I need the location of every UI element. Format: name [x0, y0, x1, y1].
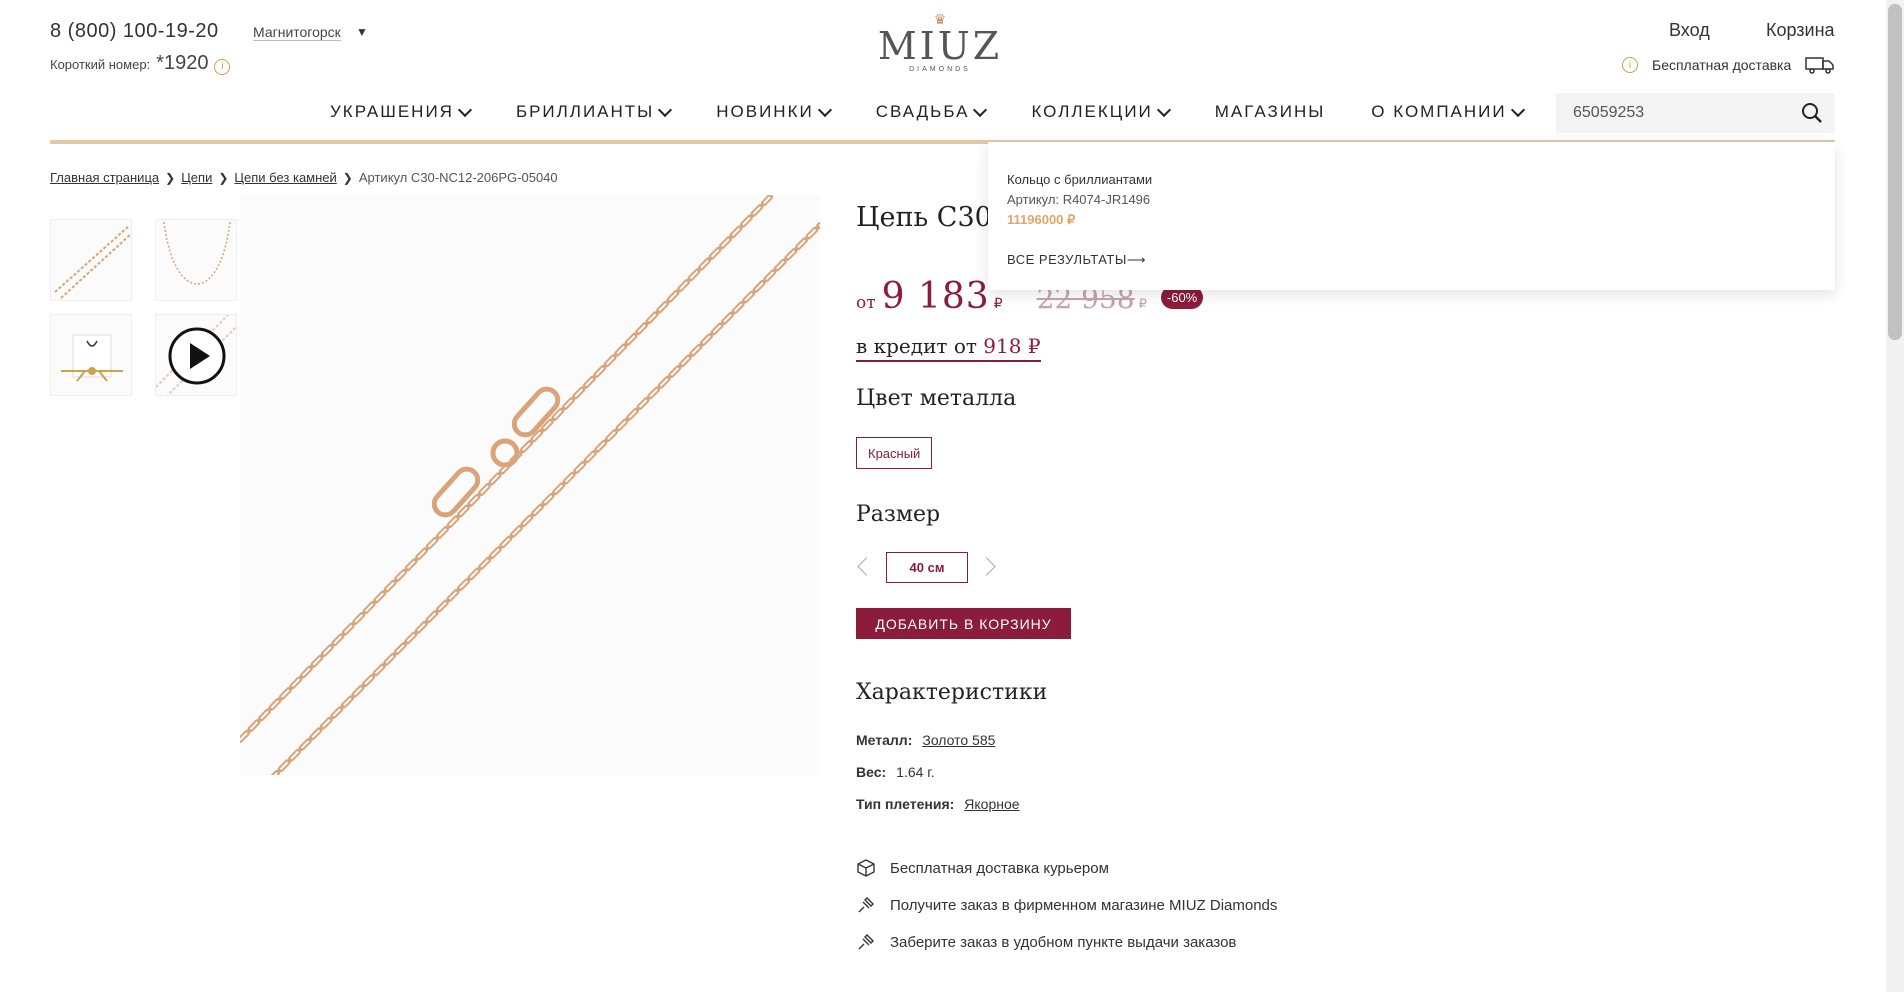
chevron-down-icon	[1510, 102, 1525, 117]
scrollbar-thumb[interactable]	[1888, 4, 1902, 340]
pin-icon	[858, 934, 874, 950]
nav-item[interactable]: БРИЛЛИАНТЫ	[515, 102, 673, 122]
pin-icon	[858, 897, 874, 913]
free-delivery[interactable]: i Бесплатная доставка	[1622, 56, 1835, 74]
search-dropdown: Кольцо с бриллиантами Артикул: R4074-JR1…	[988, 142, 1835, 290]
spec-value: 1.64 г.	[896, 764, 935, 780]
thumbnail-video[interactable]	[155, 314, 237, 396]
nav-item[interactable]: КОЛЛЕКЦИИ	[1031, 102, 1171, 122]
spec-key: Вес:	[856, 764, 887, 780]
login-link[interactable]: Вход	[1669, 20, 1710, 41]
credit-value: 918 ₽	[983, 334, 1041, 358]
search-box	[1556, 93, 1835, 133]
play-icon[interactable]	[167, 326, 227, 386]
perk-pickup-point: Заберите заказ в удобном пункте выдачи з…	[856, 932, 1236, 952]
truck-icon	[1805, 57, 1835, 74]
old-price-currency: ₽	[1138, 296, 1147, 311]
city-dropdown-arrow-icon[interactable]: ▼	[356, 25, 368, 39]
breadcrumb-plain-chains[interactable]: Цепи без камней	[234, 170, 336, 185]
spec-value-link[interactable]: Якорное	[964, 796, 1019, 812]
credit-link[interactable]: в кредит от 918 ₽	[856, 334, 1041, 362]
short-number-value: *1920	[156, 52, 209, 74]
specs-heading: Характеристики	[856, 680, 1048, 705]
search-result-name[interactable]: Кольцо с бриллиантами	[1007, 172, 1152, 187]
thumbnail-3[interactable]	[50, 314, 132, 396]
chevron-right-icon: ❯	[165, 170, 176, 185]
perk-courier: Бесплатная доставка курьером	[856, 858, 1109, 878]
size-prev-icon[interactable]	[857, 557, 876, 576]
breadcrumb: Главная страница ❯ Цепи ❯ Цепи без камне…	[50, 170, 558, 185]
credit-label: в кредит от	[856, 334, 977, 358]
short-number-label: Короткий номер:	[50, 57, 151, 72]
info-icon[interactable]: i	[214, 58, 231, 75]
search-result-price[interactable]: 11196000 ₽	[1007, 212, 1075, 228]
nav-item-label: СВАДЬБА	[875, 102, 970, 121]
perk-label: Заберите заказ в удобном пункте выдачи з…	[890, 933, 1237, 951]
metal-color-heading: Цвет металла	[856, 386, 1017, 411]
cart-link[interactable]: Корзина	[1766, 20, 1835, 41]
nav-item[interactable]: МАГАЗИНЫ	[1215, 102, 1326, 122]
product-title: Цепь C30	[856, 202, 992, 233]
search-input[interactable]	[1556, 103, 1795, 123]
product-main-image[interactable]	[237, 194, 823, 783]
nav-item-label: О КОМПАНИИ	[1371, 102, 1507, 121]
chevron-down-icon	[658, 102, 673, 117]
spec-row: Вес: 1.64 г.	[856, 764, 935, 780]
nav-item-label: МАГАЗИНЫ	[1214, 102, 1326, 121]
nav-item-label: КОЛЛЕКЦИИ	[1031, 102, 1153, 121]
spec-value-link[interactable]: Золото 585	[922, 732, 995, 748]
chevron-down-icon	[817, 102, 832, 117]
logo-name: MIUZ	[877, 24, 1003, 68]
free-delivery-label: Бесплатная доставка	[1652, 57, 1792, 73]
nav-item[interactable]: СВАДЬБА	[875, 102, 988, 122]
size-option[interactable]: 40 см	[886, 552, 968, 583]
size-next-icon[interactable]	[977, 557, 996, 576]
perk-store-pickup: Получите заказ в фирменном магазине MIUZ…	[856, 895, 1277, 915]
breadcrumb-home[interactable]: Главная страница	[50, 170, 159, 185]
info-icon[interactable]: i	[1622, 57, 1638, 73]
metal-color-option[interactable]: Красный	[856, 437, 933, 469]
spec-row: Металл: Золото 585	[856, 732, 995, 748]
short-number: Короткий номер: *1920 i	[50, 52, 231, 75]
chain-image	[237, 194, 823, 783]
chain-thumbnail-image	[54, 225, 131, 299]
breadcrumb-current: Артикул C30-NC12-206PG-05040	[358, 170, 558, 185]
nav-item-label: УКРАШЕНИЯ	[330, 102, 454, 121]
gift-box-thumbnail-image	[61, 334, 123, 382]
nav-item-label: НОВИНКИ	[716, 102, 814, 121]
city-selector[interactable]: Магнитогорск	[253, 24, 341, 41]
thumbnail-1[interactable]	[50, 219, 132, 301]
perk-label: Бесплатная доставка курьером	[890, 859, 1109, 877]
nav-item[interactable]: УКРАШЕНИЯ	[330, 102, 473, 122]
size-heading: Размер	[856, 502, 941, 527]
chevron-down-icon	[457, 102, 473, 117]
phone-number[interactable]: 8 (800) 100-19-20	[50, 20, 219, 43]
thumbnail-2[interactable]	[155, 219, 237, 301]
current-price-currency: ₽	[993, 295, 1003, 311]
search-icon[interactable]	[1801, 102, 1823, 124]
search-result-article[interactable]: Артикул: R4074-JR1496	[1007, 192, 1150, 207]
nav-item[interactable]: НОВИНКИ	[716, 102, 832, 122]
main-nav: УКРАШЕНИЯ БРИЛЛИАНТЫ НОВИНКИ СВАДЬБА КОЛЛЕКЦ…	[330, 102, 1569, 122]
spec-key: Тип плетения:	[856, 796, 955, 812]
chain-thumbnail-image	[163, 221, 231, 285]
spec-key: Металл:	[856, 732, 913, 748]
chevron-down-icon	[1156, 102, 1171, 117]
chevron-down-icon	[973, 102, 988, 117]
spec-row: Тип плетения: Якорное	[856, 796, 1020, 812]
current-price: 9 183	[881, 276, 990, 317]
add-to-cart-button[interactable]: ДОБАВИТЬ В КОРЗИНУ	[856, 608, 1071, 639]
perk-label: Получите заказ в фирменном магазине MIUZ…	[890, 896, 1278, 914]
site-logo[interactable]: ♛ MIUZ DIAMONDS	[870, 12, 1010, 73]
chevron-right-icon: ❯	[342, 170, 353, 185]
breadcrumb-chains[interactable]: Цепи	[181, 170, 212, 185]
chevron-right-icon: ❯	[218, 170, 229, 185]
box-icon	[857, 859, 875, 877]
nav-item-label: БРИЛЛИАНТЫ	[515, 102, 655, 121]
price-from-label: от	[856, 293, 876, 313]
nav-item[interactable]: О КОМПАНИИ	[1371, 102, 1525, 122]
all-results-link[interactable]: ВСЕ РЕЗУЛЬТАТЫ⟶	[1007, 252, 1146, 268]
